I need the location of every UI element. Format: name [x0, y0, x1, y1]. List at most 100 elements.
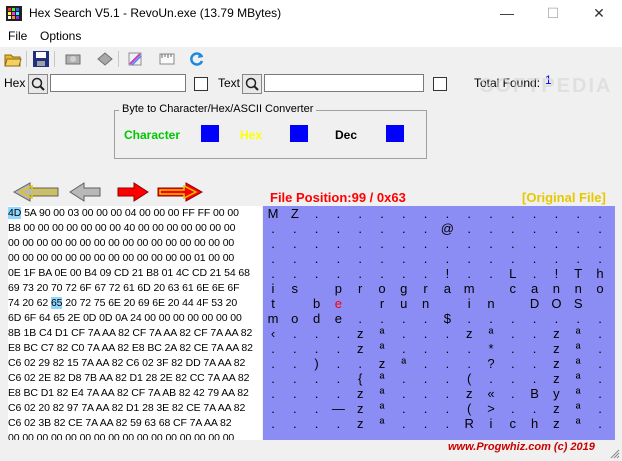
ascii-char[interactable]: B — [528, 386, 542, 401]
hex-byte[interactable]: BC — [147, 342, 161, 354]
ascii-char[interactable]: z — [462, 386, 476, 401]
ascii-char[interactable]: d — [310, 311, 324, 326]
hex-byte[interactable]: 6E — [108, 297, 121, 309]
hex-byte[interactable]: 00 — [137, 432, 149, 440]
last-icon[interactable] — [156, 181, 204, 203]
ascii-char[interactable]: Z — [288, 206, 302, 221]
ascii-char[interactable]: D — [528, 296, 542, 311]
ascii-char[interactable]: p — [331, 281, 345, 296]
ascii-char[interactable]: . — [353, 431, 367, 440]
ascii-char[interactable]: z — [549, 326, 563, 341]
ascii-char[interactable]: . — [593, 206, 607, 221]
ascii-char[interactable]: i — [484, 416, 498, 431]
hex-byte[interactable]: 0E — [54, 267, 67, 279]
ascii-char[interactable]: . — [353, 356, 367, 371]
ascii-char[interactable]: . — [331, 431, 345, 440]
ascii-char[interactable]: . — [375, 221, 389, 236]
ascii-char[interactable]: S — [571, 296, 585, 311]
hex-byte[interactable]: 00 — [51, 237, 63, 249]
ruler-icon[interactable] — [158, 50, 176, 68]
ascii-char[interactable]: z — [549, 341, 563, 356]
hex-byte[interactable]: 82 — [53, 402, 65, 414]
hex-byte[interactable]: 59 — [130, 417, 142, 429]
hex-byte[interactable]: 00 — [151, 432, 163, 440]
ascii-char[interactable]: . — [266, 371, 280, 386]
ascii-char[interactable]: . — [462, 356, 476, 371]
hex-byte[interactable]: CF — [71, 327, 85, 339]
hex-byte[interactable]: C6 — [126, 357, 139, 369]
ascii-char[interactable]: — — [331, 401, 345, 416]
ascii-char[interactable]: . — [593, 221, 607, 236]
ascii-char[interactable]: . — [375, 431, 389, 440]
hex-byte[interactable]: 00 — [80, 432, 92, 440]
hex-byte[interactable]: 2A — [165, 342, 177, 354]
hex-byte[interactable]: 0A — [115, 312, 127, 324]
hex-byte[interactable]: 00 — [80, 252, 92, 264]
hex-byte[interactable]: 00 — [123, 432, 135, 440]
ascii-char[interactable]: m — [462, 281, 476, 296]
hex-byte[interactable]: 00 — [65, 432, 77, 440]
hex-byte[interactable]: D1 — [55, 327, 68, 339]
hex-byte[interactable]: 00 — [180, 252, 192, 264]
hex-byte[interactable]: 0D — [83, 312, 96, 324]
hex-byte[interactable]: D1 — [130, 372, 143, 384]
ascii-char[interactable]: . — [506, 221, 520, 236]
ascii-char[interactable]: . — [331, 251, 345, 266]
ascii-char[interactable]: h — [528, 416, 542, 431]
hex-byte[interactable]: 00 — [181, 222, 193, 234]
ascii-char[interactable]: n — [484, 296, 498, 311]
hex-byte[interactable]: 00 — [82, 207, 94, 219]
ascii-char[interactable]: . — [375, 206, 389, 221]
hex-byte[interactable]: 63 — [168, 282, 180, 294]
hex-byte[interactable]: 20 — [38, 402, 50, 414]
ascii-char[interactable]: z — [353, 326, 367, 341]
ascii-char[interactable]: . — [528, 431, 542, 440]
ascii-char[interactable]: z — [353, 401, 367, 416]
hex-byte[interactable]: 00 — [208, 432, 220, 440]
ascii-char[interactable]: . — [484, 236, 498, 251]
hex-byte[interactable]: 7A — [203, 357, 215, 369]
ascii-char[interactable]: . — [419, 401, 433, 416]
ascii-char[interactable]: . — [440, 386, 454, 401]
ascii-char[interactable]: z — [549, 356, 563, 371]
ascii-char[interactable]: ! — [549, 266, 563, 281]
ascii-char[interactable]: . — [440, 431, 454, 440]
ascii-char[interactable]: . — [353, 206, 367, 221]
hex-byte[interactable]: 00 — [22, 252, 34, 264]
ascii-char[interactable]: . — [266, 236, 280, 251]
hex-byte[interactable]: 7A — [211, 342, 223, 354]
ascii-char[interactable]: . — [506, 401, 520, 416]
hex-byte[interactable]: 82 — [53, 357, 65, 369]
hex-byte[interactable]: 00 — [8, 252, 20, 264]
ascii-char[interactable]: ª — [571, 371, 585, 386]
hex-byte[interactable]: 00 — [144, 312, 156, 324]
hex-byte[interactable]: 82 — [116, 417, 128, 429]
hex-byte[interactable]: 6F — [24, 312, 36, 324]
ascii-char[interactable]: . — [506, 386, 520, 401]
ascii-char[interactable]: ( — [462, 401, 476, 416]
hex-byte[interactable]: B4 — [84, 267, 97, 279]
ascii-char[interactable]: . — [419, 416, 433, 431]
hex-byte[interactable]: 64 — [39, 312, 51, 324]
ascii-char[interactable]: t — [266, 296, 280, 311]
hex-byte[interactable]: E8 — [8, 342, 21, 354]
hex-byte[interactable]: D8 — [68, 372, 81, 384]
hex-checkbox[interactable] — [194, 77, 208, 91]
hex-byte[interactable]: 24 — [130, 312, 142, 324]
ascii-char[interactable]: . — [571, 251, 585, 266]
ascii-char[interactable]: . — [440, 206, 454, 221]
ascii-char[interactable]: h — [593, 266, 607, 281]
ascii-char[interactable]: ª — [375, 326, 389, 341]
ascii-char[interactable]: z — [549, 401, 563, 416]
hex-byte[interactable]: 00 — [139, 207, 151, 219]
hex-byte[interactable]: 00 — [137, 237, 149, 249]
ascii-char[interactable]: n — [571, 281, 585, 296]
ascii-char[interactable]: z — [353, 416, 367, 431]
hex-byte[interactable]: 2E — [68, 312, 81, 324]
hex-byte[interactable]: 3E — [156, 402, 169, 414]
ascii-char[interactable]: . — [288, 326, 302, 341]
ascii-char[interactable]: . — [484, 431, 498, 440]
ascii-char[interactable]: . — [571, 221, 585, 236]
hex-byte[interactable]: FF — [182, 207, 195, 219]
hex-byte[interactable]: 00 — [37, 432, 49, 440]
